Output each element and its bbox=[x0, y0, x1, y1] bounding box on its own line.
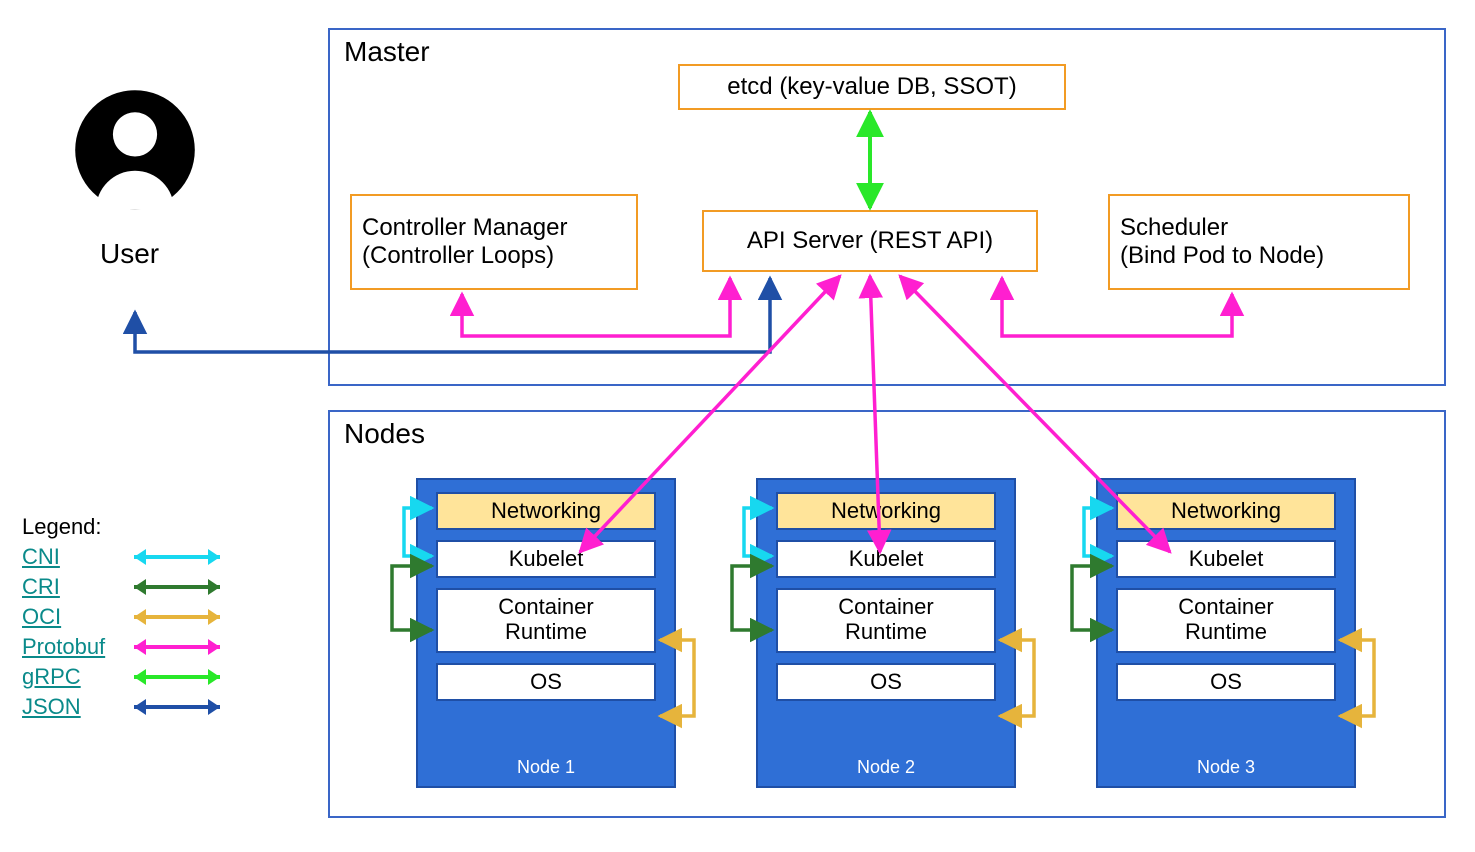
etcd-box: etcd (key-value DB, SSOT) bbox=[678, 64, 1066, 110]
legend-title: Legend: bbox=[22, 514, 232, 540]
node2-os: OS bbox=[776, 663, 996, 701]
controller-manager-box: Controller Manager (Controller Loops) bbox=[350, 194, 638, 290]
legend-row-json: JSON bbox=[22, 692, 232, 722]
node2-kubelet: Kubelet bbox=[776, 540, 996, 578]
legend-link[interactable]: gRPC bbox=[22, 664, 122, 690]
master-title: Master bbox=[344, 36, 430, 68]
legend-arrow-icon bbox=[122, 665, 232, 689]
legend-link[interactable]: CNI bbox=[22, 544, 122, 570]
node-3: Networking Kubelet Container Runtime OS … bbox=[1096, 478, 1356, 788]
node3-os: OS bbox=[1116, 663, 1336, 701]
node2-networking: Networking bbox=[776, 492, 996, 530]
node1-runtime-l1: Container bbox=[442, 594, 650, 619]
etcd-label: etcd (key-value DB, SSOT) bbox=[727, 73, 1016, 101]
node3-kubelet: Kubelet bbox=[1116, 540, 1336, 578]
controller-line2: (Controller Loops) bbox=[362, 242, 567, 270]
node3-runtime: Container Runtime bbox=[1116, 588, 1336, 653]
controller-line1: Controller Manager bbox=[362, 214, 567, 242]
user-label: User bbox=[100, 238, 159, 270]
legend-arrow-icon bbox=[122, 695, 232, 719]
legend-row-grpc: gRPC bbox=[22, 662, 232, 692]
legend-link[interactable]: OCI bbox=[22, 604, 122, 630]
legend: Legend: CNI CRI OCI Protobuf gRPC JSON bbox=[22, 514, 232, 722]
legend-link[interactable]: CRI bbox=[22, 574, 122, 600]
legend-row-cri: CRI bbox=[22, 572, 232, 602]
api-server-box: API Server (REST API) bbox=[702, 210, 1038, 272]
scheduler-box: Scheduler (Bind Pod to Node) bbox=[1108, 194, 1410, 290]
node3-label: Node 3 bbox=[1098, 757, 1354, 778]
node3-networking: Networking bbox=[1116, 492, 1336, 530]
node1-label: Node 1 bbox=[418, 757, 674, 778]
legend-arrow-icon bbox=[122, 545, 232, 569]
api-server-label: API Server (REST API) bbox=[747, 227, 993, 255]
legend-link[interactable]: JSON bbox=[22, 694, 122, 720]
node3-runtime-l1: Container bbox=[1122, 594, 1330, 619]
node-1: Networking Kubelet Container Runtime OS … bbox=[416, 478, 676, 788]
node2-runtime: Container Runtime bbox=[776, 588, 996, 653]
node2-runtime-l1: Container bbox=[782, 594, 990, 619]
node2-label: Node 2 bbox=[758, 757, 1014, 778]
legend-row-oci: OCI bbox=[22, 602, 232, 632]
nodes-title: Nodes bbox=[344, 418, 425, 450]
node2-runtime-l2: Runtime bbox=[782, 619, 990, 644]
node1-os: OS bbox=[436, 663, 656, 701]
user-icon bbox=[70, 85, 200, 215]
node1-runtime-l2: Runtime bbox=[442, 619, 650, 644]
scheduler-line1: Scheduler bbox=[1120, 214, 1324, 242]
legend-link[interactable]: Protobuf bbox=[22, 634, 122, 660]
node1-kubelet: Kubelet bbox=[436, 540, 656, 578]
node1-networking: Networking bbox=[436, 492, 656, 530]
legend-arrow-icon bbox=[122, 575, 232, 599]
legend-arrow-icon bbox=[122, 635, 232, 659]
scheduler-line2: (Bind Pod to Node) bbox=[1120, 242, 1324, 270]
node-2: Networking Kubelet Container Runtime OS … bbox=[756, 478, 1016, 788]
legend-row-protobuf: Protobuf bbox=[22, 632, 232, 662]
node3-runtime-l2: Runtime bbox=[1122, 619, 1330, 644]
diagram-stage: User Master etcd (key-value DB, SSOT) Co… bbox=[0, 0, 1475, 852]
legend-arrow-icon bbox=[122, 605, 232, 629]
node1-runtime: Container Runtime bbox=[436, 588, 656, 653]
legend-row-cni: CNI bbox=[22, 542, 232, 572]
